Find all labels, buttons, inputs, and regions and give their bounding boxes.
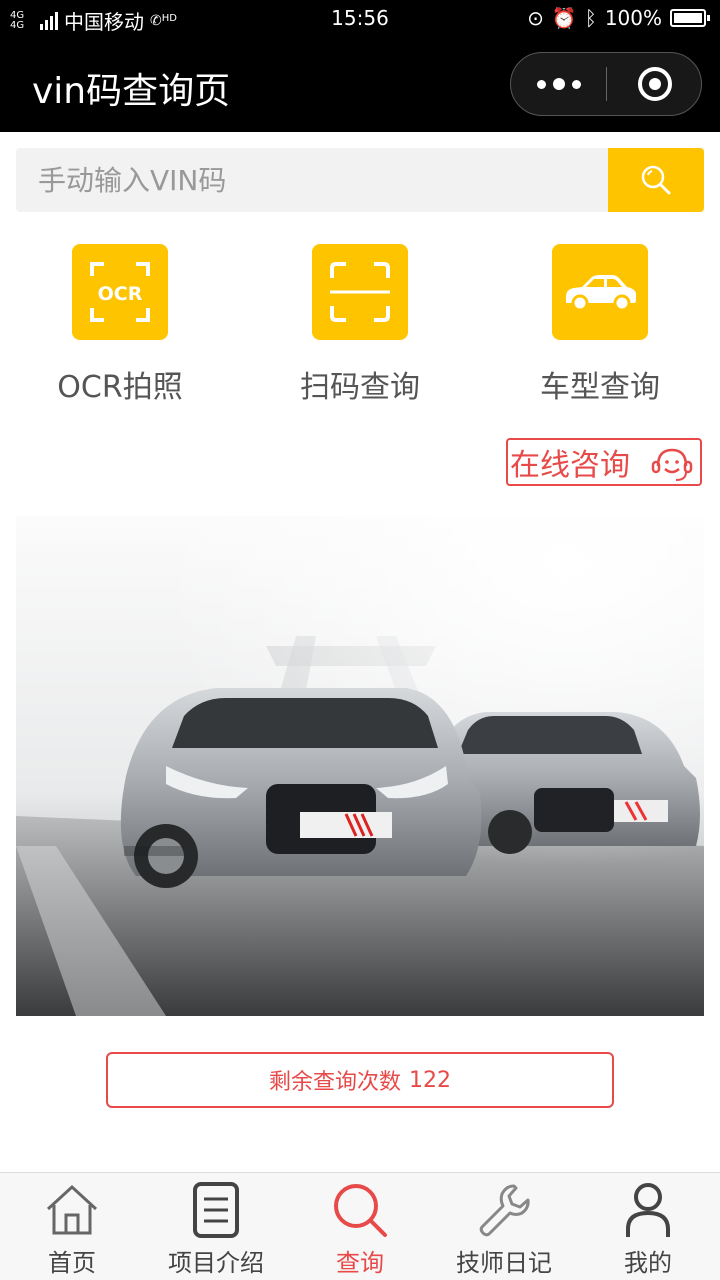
tab-project-intro[interactable]: 项目介绍: [144, 1173, 288, 1280]
car-model-query-button[interactable]: 车型查询: [480, 244, 720, 406]
ocr-icon: OCR: [72, 244, 168, 340]
bluetooth-icon: ᛒ: [584, 6, 597, 30]
tab-project-intro-label: 项目介绍: [168, 1249, 264, 1277]
more-dots-icon[interactable]: [511, 53, 606, 115]
tab-query[interactable]: 查询: [288, 1173, 432, 1280]
tab-technician-diary-label: 技师日记: [456, 1249, 552, 1277]
close-target-icon[interactable]: [607, 53, 702, 115]
battery-icon: [670, 9, 710, 27]
ocr-photo-label: OCR拍照: [57, 370, 183, 405]
page-title: vin码查询页: [32, 71, 231, 112]
remaining-queries-label: 剩余查询次数: [268, 1070, 401, 1095]
nav-bar: vin码查询页: [0, 38, 720, 132]
tab-bar: 首页 项目介绍 查询 技师日记 我的: [0, 1172, 720, 1280]
wrench-icon: [479, 1184, 530, 1237]
tab-query-label: 查询: [336, 1249, 384, 1277]
remaining-queries-box: 剩余查询次数 122: [106, 1052, 614, 1108]
vin-search-input[interactable]: [16, 148, 608, 212]
tab-technician-diary[interactable]: 技师日记: [432, 1173, 576, 1280]
online-consult-label: 在线咨询: [510, 448, 630, 483]
search-icon: [641, 165, 671, 195]
search-button[interactable]: [608, 148, 704, 212]
lock-rotation-icon: ⊙: [527, 6, 544, 30]
headset-smile-icon: [651, 448, 693, 481]
scan-query-label: 扫码查询: [300, 370, 420, 405]
tab-home[interactable]: 首页: [0, 1173, 144, 1280]
online-consult-button[interactable]: 在线咨询: [506, 438, 702, 486]
car-banner-image: [16, 516, 704, 1016]
status-bar: 4G 4G 中国移动 ✆HD 15:56 ⊙ ⏰ ᛒ 100%: [0, 0, 720, 38]
alarm-icon: ⏰: [551, 6, 577, 30]
car-model-query-label: 车型查询: [540, 370, 660, 405]
tab-home-label: 首页: [48, 1249, 96, 1277]
remaining-queries-count: 122: [409, 1067, 451, 1093]
car-icon: [552, 244, 648, 340]
list-icon: [193, 1182, 239, 1238]
user-icon: [626, 1183, 670, 1237]
mini-program-capsule: [510, 52, 702, 116]
ocr-icon-text: OCR: [98, 283, 143, 305]
scan-query-button[interactable]: 扫码查询: [240, 244, 480, 406]
scan-icon: [312, 244, 408, 340]
tab-mine-label: 我的: [624, 1249, 672, 1277]
ocr-photo-button[interactable]: OCR OCR拍照: [0, 244, 240, 406]
tab-mine[interactable]: 我的: [576, 1173, 720, 1280]
home-icon: [46, 1184, 98, 1235]
search-icon: [334, 1184, 387, 1237]
battery-percent: 100%: [604, 6, 662, 30]
vin-search-bar: [16, 148, 704, 212]
